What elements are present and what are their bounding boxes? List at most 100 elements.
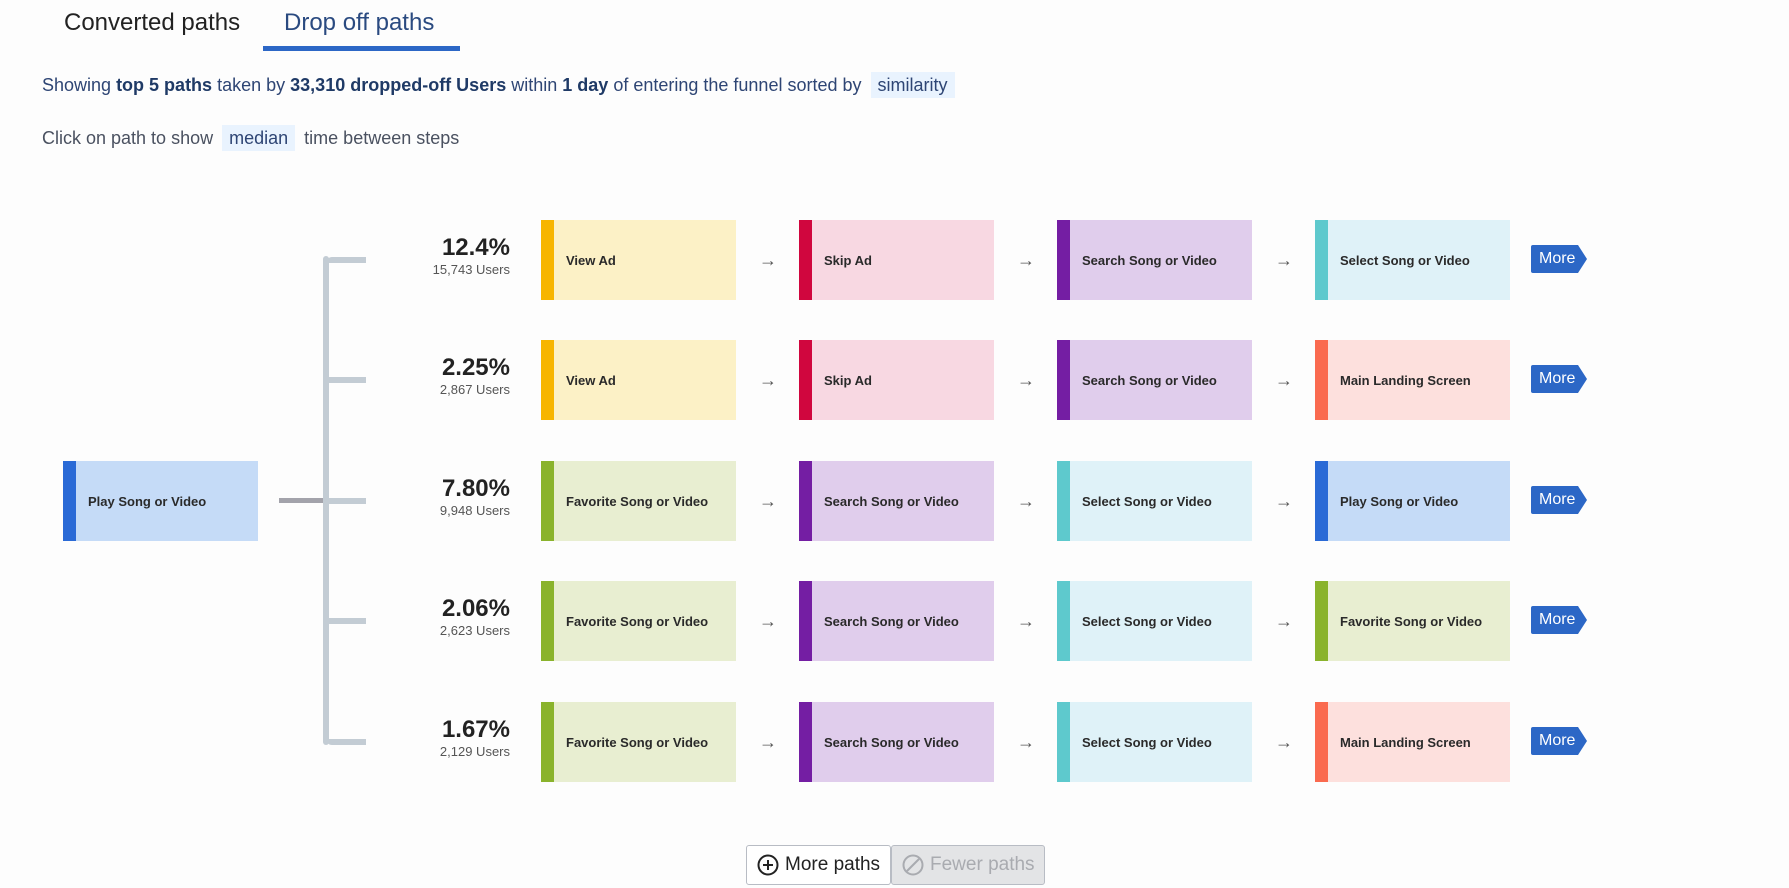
arrow-right-icon: → xyxy=(759,732,777,752)
step-color-bar xyxy=(541,340,554,420)
time-hint: Click on path to show median time betwee… xyxy=(42,125,460,151)
path-percentage: 1.67% xyxy=(441,716,510,743)
arrow-right-icon: → xyxy=(1017,611,1035,631)
path-step[interactable]: View Ad xyxy=(541,220,736,300)
step-color-bar xyxy=(541,461,554,541)
tree-branch xyxy=(326,377,366,383)
step-label: Search Song or Video xyxy=(1082,252,1217,268)
more-button[interactable]: More xyxy=(1531,486,1587,514)
disabled-icon xyxy=(902,854,924,876)
step-color-bar xyxy=(799,220,812,300)
root-connector xyxy=(279,498,324,503)
step-color-bar xyxy=(1315,220,1328,300)
path-step[interactable]: Select Song or Video xyxy=(1315,220,1510,300)
path-step[interactable]: Skip Ad xyxy=(799,340,994,420)
step-label: Search Song or Video xyxy=(824,734,959,750)
path-percentage: 2.25% xyxy=(441,354,510,381)
more-button[interactable]: More xyxy=(1531,365,1587,393)
step-label: Favorite Song or Video xyxy=(566,613,709,629)
arrow-right-icon: → xyxy=(1275,370,1293,390)
arrow-right-icon: → xyxy=(1017,370,1035,390)
path-step[interactable]: View Ad xyxy=(541,340,736,420)
arrow-right-icon: → xyxy=(1275,611,1293,631)
step-color-bar xyxy=(1057,581,1070,661)
tree-branch xyxy=(326,257,366,263)
more-label: More xyxy=(1539,611,1576,628)
arrow-right-icon: → xyxy=(1017,250,1035,270)
path-user-count: 9,948 Users xyxy=(439,503,510,518)
step-color-bar xyxy=(799,340,812,420)
more-paths-label: More paths xyxy=(785,854,881,875)
path-step[interactable]: Search Song or Video xyxy=(799,702,994,782)
fewer-paths-button[interactable]: Fewer paths xyxy=(891,845,1045,885)
step-label: Select Song or Video xyxy=(1082,493,1212,509)
tab-drop-off-paths[interactable]: Drop off paths xyxy=(284,8,434,38)
path-percentage: 7.80% xyxy=(441,475,510,502)
path-step[interactable]: Favorite Song or Video xyxy=(1315,581,1510,661)
step-color-bar xyxy=(1057,461,1070,541)
time-metric-selector[interactable]: median xyxy=(222,125,296,151)
hint-suffix: time between steps xyxy=(304,128,460,148)
arrow-right-icon: → xyxy=(759,491,777,511)
sort-by-selector[interactable]: similarity xyxy=(870,72,955,98)
path-stat: 2.06% 2,623 Users xyxy=(380,595,510,639)
step-color-bar xyxy=(1315,581,1328,661)
step-label: Search Song or Video xyxy=(1082,372,1217,388)
step-color-bar xyxy=(799,581,812,661)
arrow-right-icon: → xyxy=(759,611,777,631)
paths-summary: Showing top 5 paths taken by 33,310 drop… xyxy=(42,72,955,98)
step-label: Play Song or Video xyxy=(88,493,207,509)
tree-branch xyxy=(326,618,366,624)
step-label: Main Landing Screen xyxy=(1340,372,1471,388)
path-step[interactable]: Select Song or Video xyxy=(1057,581,1252,661)
tree-branch xyxy=(326,498,366,504)
step-label: View Ad xyxy=(566,372,616,388)
path-step[interactable]: Play Song or Video xyxy=(1315,461,1510,541)
step-label: Skip Ad xyxy=(824,252,872,268)
path-step[interactable]: Search Song or Video xyxy=(1057,340,1252,420)
step-label: Select Song or Video xyxy=(1082,734,1212,750)
more-button[interactable]: More xyxy=(1531,606,1587,634)
path-user-count: 15,743 Users xyxy=(432,262,510,277)
path-step[interactable]: Search Song or Video xyxy=(799,461,994,541)
step-label: Play Song or Video xyxy=(1340,493,1459,509)
path-percentage: 2.06% xyxy=(441,595,510,622)
path-stat: 7.80% 9,948 Users xyxy=(380,475,510,519)
path-step[interactable]: Search Song or Video xyxy=(799,581,994,661)
path-step[interactable]: Main Landing Screen xyxy=(1315,702,1510,782)
step-color-bar xyxy=(1315,340,1328,420)
step-label: Main Landing Screen xyxy=(1340,734,1471,750)
tree-branch xyxy=(326,739,366,745)
step-label: Favorite Song or Video xyxy=(566,734,709,750)
path-stat: 12.4% 15,743 Users xyxy=(380,234,510,278)
step-label: Favorite Song or Video xyxy=(1340,613,1483,629)
path-step[interactable]: Favorite Song or Video xyxy=(541,581,736,661)
step-color-bar xyxy=(1315,702,1328,782)
path-step[interactable]: Select Song or Video xyxy=(1057,461,1252,541)
path-step[interactable]: Skip Ad xyxy=(799,220,994,300)
step-label: Select Song or Video xyxy=(1082,613,1212,629)
summary-within: within xyxy=(511,75,558,95)
step-label: Favorite Song or Video xyxy=(566,493,709,509)
root-step[interactable]: Play Song or Video xyxy=(63,461,258,541)
step-color-bar xyxy=(541,581,554,661)
step-color-bar xyxy=(1315,461,1328,541)
path-step[interactable]: Favorite Song or Video xyxy=(541,461,736,541)
more-button[interactable]: More xyxy=(1531,245,1587,273)
path-user-count: 2,623 Users xyxy=(439,623,510,638)
tab-converted-paths[interactable]: Converted paths xyxy=(64,8,240,38)
step-color-bar xyxy=(799,461,812,541)
more-label: More xyxy=(1539,732,1576,749)
path-user-count: 2,867 Users xyxy=(439,382,510,397)
step-color-bar xyxy=(541,702,554,782)
step-label: Search Song or Video xyxy=(824,613,959,629)
path-step[interactable]: Search Song or Video xyxy=(1057,220,1252,300)
more-paths-button[interactable]: More paths xyxy=(746,845,891,885)
step-color-bar xyxy=(63,461,76,541)
path-step[interactable]: Favorite Song or Video xyxy=(541,702,736,782)
path-step[interactable]: Main Landing Screen xyxy=(1315,340,1510,420)
summary-taken-by: taken by xyxy=(217,75,286,95)
more-button[interactable]: More xyxy=(1531,727,1587,755)
more-label: More xyxy=(1539,491,1576,508)
path-step[interactable]: Select Song or Video xyxy=(1057,702,1252,782)
